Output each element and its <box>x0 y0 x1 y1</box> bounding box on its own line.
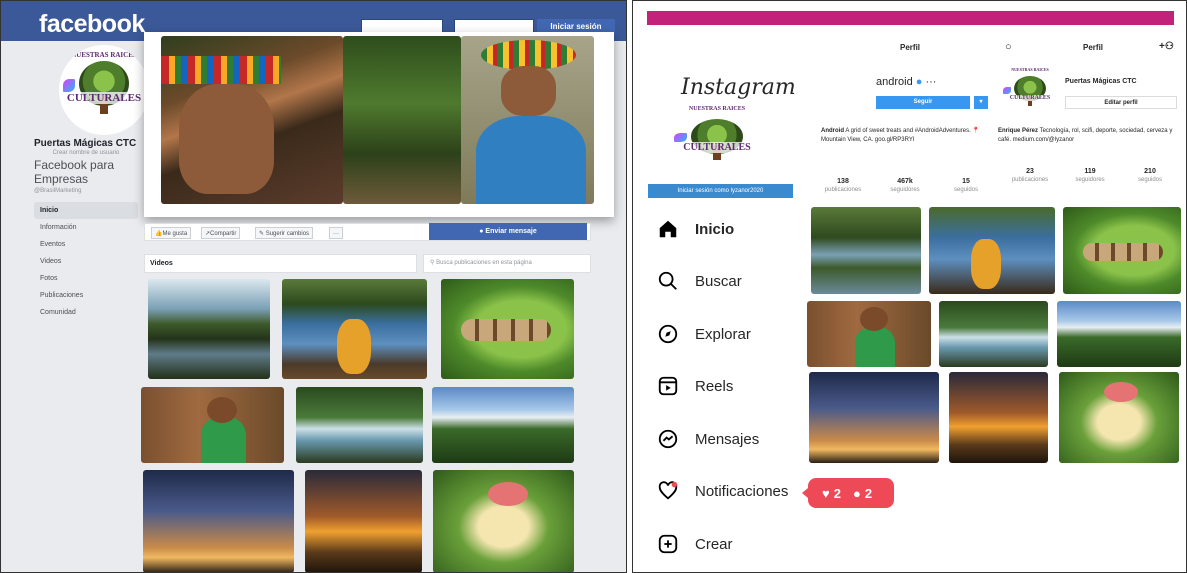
photo-sunset-lake[interactable] <box>305 470 422 572</box>
share-button[interactable]: ↗Compartir <box>201 227 241 239</box>
page-sidebar: Puertas Mágicas CTC Crear nombre de usua… <box>34 138 138 321</box>
stat-following-right[interactable]: 210 seguidos <box>1123 168 1177 184</box>
follow-dropdown-button[interactable]: ▾ <box>974 96 988 109</box>
instagram-profile-screenshot: Perfil ○ Perfil +⚇ Instagram NUESTRAS RA… <box>632 0 1187 573</box>
profile-bio-right: Enrique Pérez Tecnología, rol, scifi, de… <box>998 128 1173 143</box>
page-search-input[interactable]: ⚲ Busca publicaciones en esta página <box>423 254 591 273</box>
profile-avatar[interactable]: NUESTRAS RAICES CULTURALES <box>1002 67 1058 117</box>
ig-photo-shaman[interactable] <box>807 301 931 367</box>
photo-canoe-river[interactable] <box>282 279 427 379</box>
tab-perfil-right[interactable]: Perfil <box>1083 43 1103 52</box>
cover-photo[interactable] <box>144 32 614 217</box>
nav-notificaciones[interactable]: Notificaciones <box>655 476 815 506</box>
stat-followers[interactable]: 467k seguidores <box>878 178 932 194</box>
stat-posts[interactable]: 138 publicaciones <box>816 178 870 194</box>
page-profile-logo[interactable]: NUESTRAS RAICES CULTURALES <box>59 45 149 135</box>
cover-image-jungle <box>343 36 461 204</box>
cover-image-shaman <box>461 36 594 204</box>
pencil-icon: ✎ <box>259 231 266 237</box>
search-icon <box>655 268 681 294</box>
tab-perfil-left[interactable]: Perfil <box>900 43 920 52</box>
culturales-logo: NUESTRAS RAICES CULTURALES <box>671 106 763 176</box>
ig-photo-sunset-tree[interactable] <box>809 372 939 463</box>
nav-item-informacion[interactable]: Información <box>34 219 138 236</box>
stat-posts-right[interactable]: 23 publicaciones <box>1003 168 1057 184</box>
top-color-bar <box>647 11 1174 25</box>
hummingbird-icon <box>673 132 687 143</box>
profile-name: Puertas Mágicas CTC <box>1065 78 1137 85</box>
user-icon: ● <box>852 485 861 501</box>
send-message-button[interactable]: ● Enviar mensaje <box>429 223 587 240</box>
ig-photo-waterfall[interactable] <box>939 301 1048 367</box>
ig-photo-landscape[interactable] <box>1057 301 1181 367</box>
instagram-logo[interactable]: Instagram <box>681 75 796 100</box>
stat-following[interactable]: 15 seguidos <box>939 178 993 194</box>
nav-inicio[interactable]: Inicio <box>655 214 815 244</box>
more-options-button[interactable]: ··· <box>329 227 343 239</box>
like-button[interactable]: 👍Me gusta <box>151 227 192 239</box>
follow-button[interactable]: Seguir <box>876 96 970 109</box>
reels-icon <box>655 373 681 399</box>
nav-item-publicaciones[interactable]: Publicaciones <box>34 287 138 304</box>
photo-sunset-tree[interactable] <box>143 470 294 572</box>
videos-section-header[interactable]: Videos <box>144 254 417 273</box>
cover-image-man <box>161 36 343 204</box>
photo-jungle-landscape[interactable] <box>432 387 574 463</box>
photo-shaman-green[interactable] <box>141 387 284 463</box>
page-category: Facebook para Empresas <box>34 158 115 186</box>
follows-count: 2 <box>864 485 873 501</box>
nav-reels[interactable]: Reels <box>655 371 815 401</box>
compass-icon <box>655 321 681 347</box>
photo-waterfall[interactable] <box>296 387 423 463</box>
suggest-edits-button[interactable]: ✎ Sugerir cambios <box>255 227 314 239</box>
add-user-icon[interactable]: +⚇ <box>1159 41 1174 52</box>
heart-icon: ♥ <box>822 485 830 501</box>
page-nav: Inicio Información Eventos Videos Fotos … <box>34 202 138 321</box>
hummingbird-icon <box>62 79 76 92</box>
profile-bio: Android A grid of sweet treats and #Andr… <box>821 128 980 143</box>
verified-badge-icon: ● <box>915 76 923 88</box>
photo-grubs-on-leaf[interactable] <box>441 279 574 379</box>
profile-username: android ● ··· <box>876 76 937 88</box>
nav-explorar[interactable]: Explorar <box>655 319 815 349</box>
plus-square-icon <box>655 531 681 557</box>
nav-buscar[interactable]: Buscar <box>655 266 815 296</box>
stat-followers-right[interactable]: 119 seguidores <box>1063 168 1117 184</box>
nav-mensajes[interactable]: Mensajes <box>655 424 815 454</box>
photo-food-on-leaf[interactable] <box>433 470 574 572</box>
facebook-page-screenshot: facebook Iniciar sesión NUESTRAS RAICES … <box>0 0 627 573</box>
nav-item-comunidad[interactable]: Comunidad <box>34 304 138 321</box>
likes-count: 2 <box>833 485 841 501</box>
nav-item-eventos[interactable]: Eventos <box>34 236 138 253</box>
ig-photo-food[interactable] <box>1059 372 1179 463</box>
messenger-icon <box>655 426 681 452</box>
nav-item-inicio[interactable]: Inicio <box>34 202 138 219</box>
page-name[interactable]: Puertas Mágicas CTC <box>34 138 138 149</box>
ig-photo-canoe[interactable] <box>929 207 1055 294</box>
ig-photo-sunset-lake[interactable] <box>949 372 1048 463</box>
photo-river-reflection[interactable] <box>148 279 270 379</box>
page-handle: @BrasilMarketing <box>34 188 82 194</box>
home-icon <box>655 216 681 242</box>
edit-profile-button[interactable]: Editar perfil <box>1065 96 1177 109</box>
facebook-logo[interactable]: facebook <box>39 10 145 39</box>
create-username-link[interactable]: Crear nombre de usuario <box>34 150 138 156</box>
nav-crear[interactable]: Crear <box>655 529 815 559</box>
nav-item-videos[interactable]: Videos <box>34 253 138 270</box>
notifications-popup[interactable]: ♥ 2 ● 2 <box>802 478 894 508</box>
login-as-button[interactable]: Iniciar sesión como lyzanor2020 <box>648 184 793 198</box>
heart-icon <box>655 478 681 504</box>
circle-icon: ○ <box>1005 41 1012 53</box>
nav-item-fotos[interactable]: Fotos <box>34 270 138 287</box>
ig-photo-river[interactable] <box>811 207 921 294</box>
ig-photo-grubs[interactable] <box>1063 207 1181 294</box>
